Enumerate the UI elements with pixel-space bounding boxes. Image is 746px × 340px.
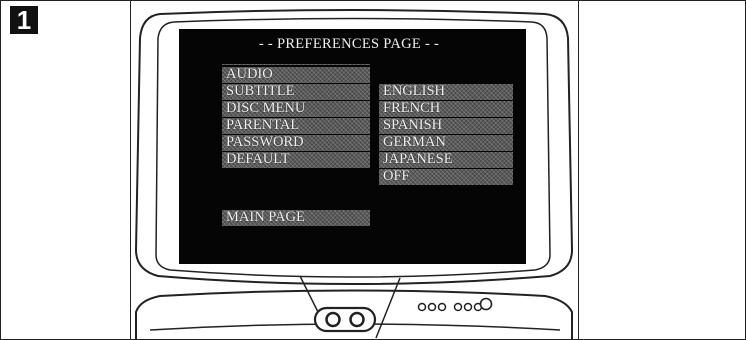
option-german[interactable]: GERMAN bbox=[379, 135, 513, 151]
option-spanish[interactable]: SPANISH bbox=[379, 118, 513, 134]
menu-item-audio[interactable]: AUDIO bbox=[222, 67, 370, 83]
eye-logo-icon bbox=[313, 306, 377, 333]
option-french[interactable]: FRENCH bbox=[379, 101, 513, 117]
screen-title: - - PREFERENCES PAGE - - bbox=[258, 36, 440, 52]
menu-item-parental[interactable]: PARENTAL bbox=[222, 118, 370, 134]
main-page-button[interactable]: MAIN PAGE bbox=[222, 210, 370, 226]
menu-item-default[interactable]: DEFAULT bbox=[222, 152, 370, 168]
menu-item-subtitle[interactable]: SUBTITLE bbox=[222, 84, 370, 100]
indicator-light-icon bbox=[479, 297, 493, 311]
menu-item-disc-menu[interactable]: DISC MENU bbox=[222, 101, 370, 117]
menu-column-top bbox=[222, 64, 370, 65]
menu-item-password[interactable]: PASSWORD bbox=[222, 135, 370, 151]
tv-screen: - - PREFERENCES PAGE - - AUDIO SUBTITLE … bbox=[179, 29, 526, 264]
option-off[interactable]: OFF bbox=[379, 169, 513, 185]
option-japanese[interactable]: JAPANESE bbox=[379, 152, 513, 168]
option-english[interactable]: ENGLISH bbox=[379, 84, 513, 100]
